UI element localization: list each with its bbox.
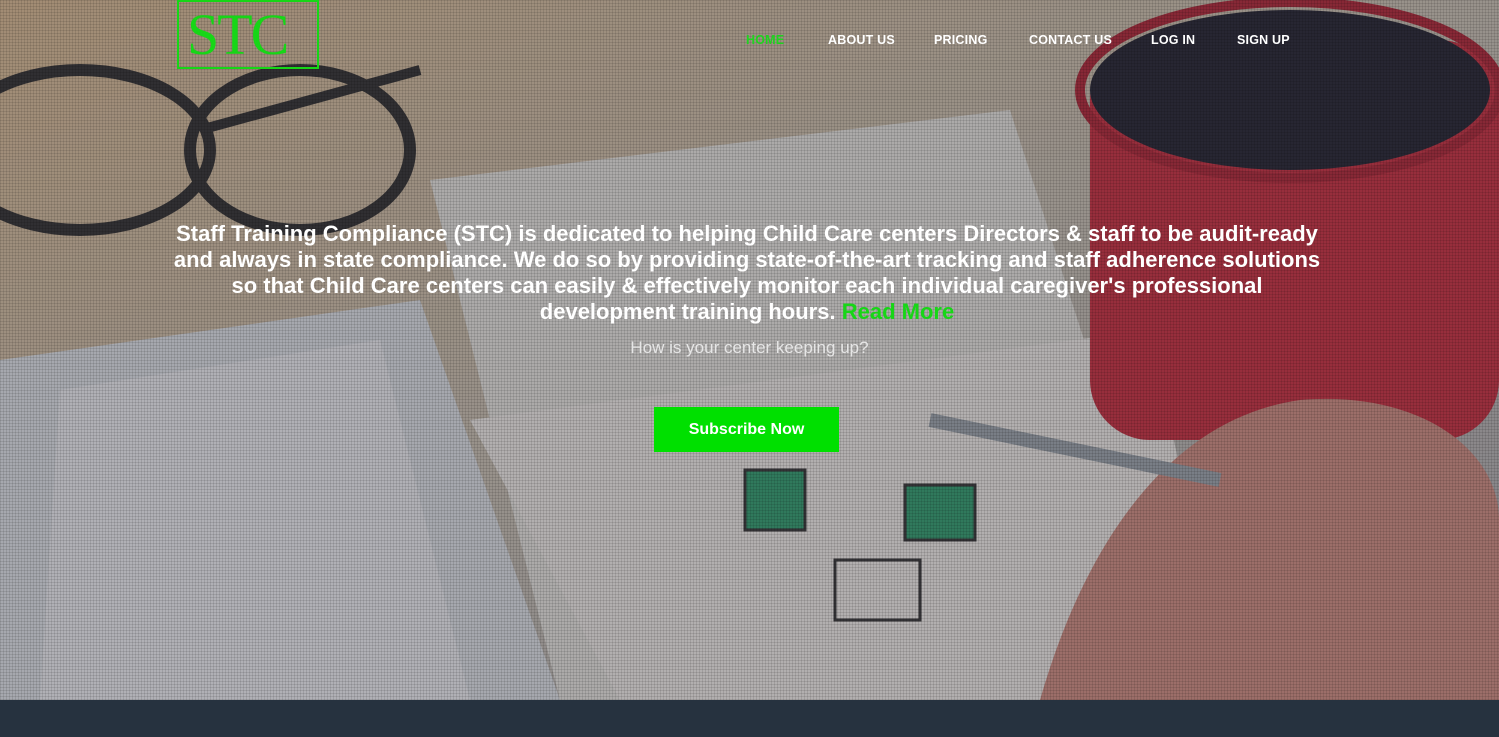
nav-item-log-in[interactable]: LOG IN <box>1151 33 1195 47</box>
hero-subline: How is your center keeping up? <box>630 338 869 357</box>
read-more-link[interactable]: Read More <box>842 299 954 324</box>
nav-item-sign-up[interactable]: SIGN UP <box>1237 33 1290 47</box>
nav-item-pricing[interactable]: PRICING <box>934 33 988 47</box>
nav-item-contact-us[interactable]: CONTACT US <box>1029 33 1112 47</box>
nav-item-about-us[interactable]: ABOUT US <box>828 33 895 47</box>
hero-section: STC HOME ABOUT US PRICING CONTACT US LOG… <box>0 0 1499 700</box>
subscribe-now-button[interactable]: Subscribe Now <box>654 407 839 452</box>
nav-item-home[interactable]: HOME <box>746 33 784 47</box>
logo[interactable]: STC <box>177 0 319 69</box>
hero-headline-text: Staff Training Compliance (STC) is dedic… <box>173 221 1321 324</box>
footer-strip <box>0 700 1499 737</box>
hero-headline: Staff Training Compliance (STC) is dedic… <box>170 221 1324 325</box>
